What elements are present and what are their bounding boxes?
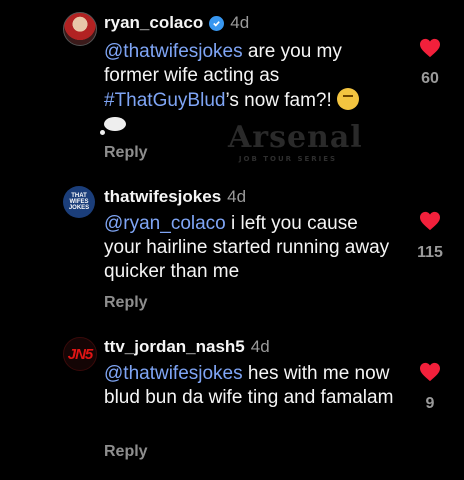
mention-link[interactable]: @thatwifesjokes [104,363,243,384]
hashtag-link[interactable]: #ThatGuyBlud [104,90,225,111]
verified-badge-icon [209,15,225,31]
mention-link[interactable]: @thatwifesjokes [104,41,243,62]
mention-link[interactable]: @ryan_colaco [104,213,226,234]
username[interactable]: thatwifesjokes [104,187,221,207]
like-count: 9 [425,395,435,412]
heart-icon[interactable] [419,362,441,382]
heart-icon[interactable] [419,211,441,231]
comment-text: @thatwifesjokes are you my former wife a… [100,40,394,137]
avatar[interactable] [63,12,97,46]
username[interactable]: ryan_colaco [104,13,203,33]
reply-button[interactable]: Reply [104,443,148,461]
reply-button[interactable]: Reply [104,294,148,312]
avatar[interactable]: JN5 [63,337,97,371]
like-count: 115 [417,244,443,261]
timestamp: 4d [230,13,250,32]
thought-balloon-icon [100,117,126,135]
comment-text: @ryan_colaco i left you cause your hairl… [104,213,390,282]
timestamp: 4d [227,187,247,206]
timestamp: 4d [250,337,270,356]
thinking-face-icon [337,88,360,110]
like-count: 60 [421,70,439,87]
heart-icon[interactable] [419,38,441,58]
comment-text: @thatwifesjokes hes with me now blud bun… [104,363,394,408]
reply-button[interactable]: Reply [104,144,148,162]
avatar[interactable]: THAT WIFES JOKES [63,186,95,218]
username[interactable]: ttv_jordan_nash5 [104,337,245,357]
